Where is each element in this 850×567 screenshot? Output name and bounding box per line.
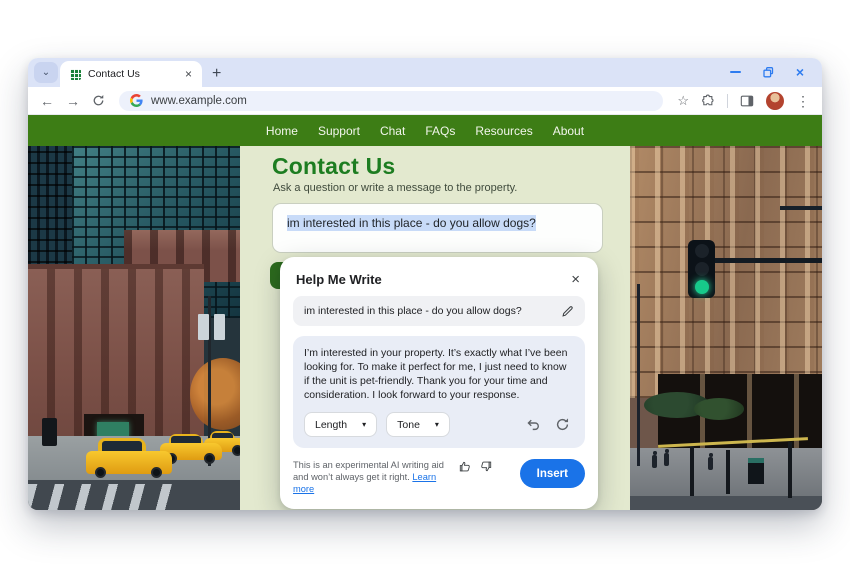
street-pole [726, 450, 730, 494]
nav-item-about[interactable]: About [553, 124, 584, 138]
back-button[interactable]: ← [40, 94, 54, 108]
dialog-title: Help Me Write [296, 272, 382, 287]
nav-item-faqs[interactable]: FAQs [425, 124, 455, 138]
edit-pencil-icon[interactable] [561, 305, 574, 318]
side-panel-icon[interactable] [740, 94, 754, 108]
crosswalk [28, 484, 178, 510]
pole-banner [198, 314, 209, 340]
window-controls: × [729, 65, 816, 87]
road [630, 496, 822, 510]
controls-row: Length ▾ Tone ▾ [304, 412, 574, 437]
road [28, 480, 240, 510]
disclaimer-text: This is an experimental AI writing aid a… [293, 459, 453, 495]
page-body: Contact Us Ask a question or write a mes… [28, 146, 822, 510]
regenerate-icon[interactable] [555, 417, 570, 432]
street-pole [637, 284, 640, 466]
dialog-header: Help Me Write × [293, 270, 585, 296]
site-navbar: Home Support Chat FAQs Resources About [28, 115, 822, 146]
extensions-icon[interactable] [701, 94, 715, 108]
right-street-photo [630, 146, 822, 510]
bronze-glass-facade [630, 146, 822, 398]
toolbar-divider [727, 93, 728, 108]
pedestrian [664, 449, 669, 466]
bookmark-star-icon[interactable]: ☆ [677, 94, 689, 107]
traffic-light-arm [700, 258, 822, 263]
tab-strip: ⌄ Contact Us × + × [28, 58, 822, 87]
feedback-group [459, 460, 492, 473]
chevron-down-icon: ▾ [434, 420, 439, 429]
tab-contact-us[interactable]: Contact Us × [60, 61, 202, 87]
address-bar[interactable]: www.example.com [119, 90, 664, 111]
prompt-pill[interactable]: im interested in this place - do you all… [293, 296, 585, 326]
nav-item-resources[interactable]: Resources [475, 124, 532, 138]
tab-close-icon[interactable]: × [183, 67, 194, 81]
new-tab-button[interactable]: + [212, 66, 221, 82]
nav-item-home[interactable]: Home [266, 124, 298, 138]
pole-banner [214, 314, 225, 340]
page-subtitle: Ask a question or write a message to the… [273, 182, 518, 194]
kebab-menu-icon[interactable]: ⋮ [796, 94, 810, 108]
nav-item-support[interactable]: Support [318, 124, 360, 138]
street-tree [694, 398, 744, 420]
undo-redo-group [526, 417, 574, 432]
length-dropdown[interactable]: Length ▾ [304, 412, 378, 437]
street-pole [690, 444, 694, 496]
tone-dropdown[interactable]: Tone ▾ [386, 412, 450, 437]
restore-button[interactable] [763, 66, 774, 78]
streetlight-arm [780, 206, 822, 210]
generated-text-block: I’m interested in your property. It’s ex… [293, 336, 585, 448]
chevron-down-icon: ▾ [362, 420, 367, 429]
length-label: Length [315, 418, 348, 431]
undo-icon[interactable] [526, 417, 541, 432]
chevron-down-icon: ⌄ [41, 67, 51, 78]
help-me-write-dialog: Help Me Write × im interested in this pl… [280, 257, 598, 509]
url-text: www.example.com [151, 94, 247, 107]
left-street-photo [28, 146, 240, 510]
pedestrian [708, 453, 713, 470]
traffic-light [688, 240, 715, 298]
thumbs-down-icon[interactable] [479, 460, 492, 473]
google-logo-icon [130, 94, 143, 107]
generated-text: I’m interested in your property. It’s ex… [304, 347, 568, 401]
browser-toolbar: ← → www.example.com ☆ ⋮ [28, 87, 822, 115]
red-lamp-off [694, 244, 709, 258]
street-pole [788, 442, 792, 498]
dialog-footer: This is an experimental AI writing aid a… [293, 459, 585, 495]
yellow-lamp-off [694, 262, 709, 276]
tab-title: Contact Us [88, 68, 140, 80]
selected-message-text: im interested in this place - do you all… [287, 215, 536, 231]
message-textarea[interactable]: im interested in this place - do you all… [272, 203, 603, 253]
page-title: Contact Us [272, 153, 396, 179]
nav-item-chat[interactable]: Chat [380, 124, 405, 138]
pedestrian [652, 451, 657, 468]
reload-button[interactable] [92, 94, 105, 107]
thumbs-up-icon[interactable] [459, 460, 472, 473]
green-lamp-on [694, 280, 709, 294]
restore-icon [763, 66, 773, 77]
prompt-text: im interested in this place - do you all… [304, 305, 522, 317]
reload-icon [93, 94, 104, 106]
newspaper-box [748, 458, 764, 484]
trash-bin [42, 418, 57, 446]
tab-search-button[interactable]: ⌄ [34, 62, 58, 83]
dialog-close-icon[interactable]: × [569, 272, 582, 287]
toolbar-right: ☆ ⋮ [677, 91, 810, 110]
close-button[interactable]: × [796, 65, 804, 79]
site-favicon-icon [70, 68, 81, 80]
forward-button[interactable]: → [66, 94, 80, 108]
tone-label: Tone [397, 418, 420, 431]
profile-avatar[interactable] [766, 91, 784, 110]
insert-button[interactable]: Insert [519, 459, 585, 488]
browser-window: ⌄ Contact Us × + × ← → www.example.com ☆… [28, 58, 822, 510]
minimize-button[interactable] [729, 71, 741, 73]
taxi [86, 436, 172, 478]
